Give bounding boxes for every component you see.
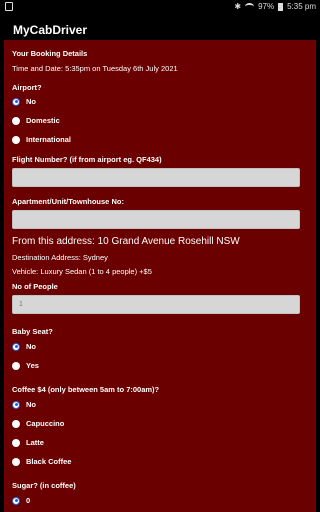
clock: 5:35 pm bbox=[287, 2, 316, 11]
radio-selected-icon[interactable] bbox=[12, 496, 20, 505]
baby-seat-option-no[interactable]: No bbox=[12, 342, 36, 351]
radio-label: Capuccino bbox=[26, 419, 65, 428]
status-bar: ✱ 97% 5:35 pm bbox=[0, 0, 320, 14]
radio-label: International bbox=[26, 135, 72, 144]
radio-label: No bbox=[26, 400, 36, 409]
flight-number-input[interactable] bbox=[12, 168, 300, 187]
destination-address: Destination Address: Sydney bbox=[12, 253, 108, 262]
booking-heading: Your Booking Details bbox=[12, 49, 88, 58]
vehicle: Vehicle: Luxury Sedan (1 to 4 people) +$… bbox=[12, 267, 152, 276]
coffee-option-capuccino[interactable]: Capuccino bbox=[12, 419, 64, 428]
radio-selected-icon[interactable] bbox=[12, 342, 20, 351]
sugar-question: Sugar? (in coffee) bbox=[12, 481, 76, 490]
airport-option-no[interactable]: No bbox=[12, 97, 36, 106]
radio-label: No bbox=[26, 97, 36, 106]
coffee-option-no[interactable]: No bbox=[12, 400, 36, 409]
app-title: MyCabDriver bbox=[13, 23, 88, 37]
baby-seat-question: Baby Seat? bbox=[12, 327, 53, 336]
radio-label: Domestic bbox=[26, 116, 60, 125]
radio-icon[interactable] bbox=[12, 419, 20, 428]
radio-label: Black Coffee bbox=[26, 457, 72, 466]
sugar-option-0[interactable]: 0 bbox=[12, 496, 30, 505]
wifi-icon bbox=[245, 3, 255, 10]
image-icon bbox=[5, 2, 13, 11]
flight-number-label: Flight Number? (if from airport eg. QF43… bbox=[12, 155, 162, 164]
radio-selected-icon[interactable] bbox=[12, 97, 20, 106]
apartment-input[interactable] bbox=[12, 210, 300, 229]
people-input[interactable]: 1 bbox=[12, 295, 300, 314]
radio-selected-icon[interactable] bbox=[12, 400, 20, 409]
battery-percent: 97% bbox=[258, 2, 275, 11]
radio-icon[interactable] bbox=[12, 457, 20, 466]
bluetooth-icon: ✱ bbox=[234, 2, 242, 11]
from-address: From this address: 10 Grand Avenue Roseh… bbox=[12, 236, 240, 247]
coffee-option-latte[interactable]: Latte bbox=[12, 438, 44, 447]
coffee-option-black-coffee[interactable]: Black Coffee bbox=[12, 457, 71, 466]
time-and-date: Time and Date: 5:35pm on Tuesday 6th Jul… bbox=[12, 64, 178, 73]
radio-icon[interactable] bbox=[12, 438, 20, 447]
airport-option-domestic[interactable]: Domestic bbox=[12, 116, 60, 125]
booking-form bbox=[4, 40, 316, 512]
people-label: No of People bbox=[12, 282, 58, 291]
radio-label: Yes bbox=[26, 361, 39, 370]
status-right: ✱ 97% 5:35 pm bbox=[234, 2, 316, 11]
radio-label: 0 bbox=[26, 496, 31, 505]
radio-label: No bbox=[26, 342, 36, 351]
radio-icon[interactable] bbox=[12, 116, 20, 125]
baby-seat-option-yes[interactable]: Yes bbox=[12, 361, 39, 370]
apartment-label: Apartment/Unit/Townhouse No: bbox=[12, 197, 124, 206]
airport-question: Airport? bbox=[12, 83, 42, 92]
radio-label: Latte bbox=[26, 438, 44, 447]
radio-icon[interactable] bbox=[12, 135, 20, 144]
coffee-question: Coffee $4 (only between 5am to 7:00am)? bbox=[12, 385, 160, 394]
airport-option-international[interactable]: International bbox=[12, 135, 71, 144]
battery-icon bbox=[278, 2, 284, 11]
radio-icon[interactable] bbox=[12, 361, 20, 370]
